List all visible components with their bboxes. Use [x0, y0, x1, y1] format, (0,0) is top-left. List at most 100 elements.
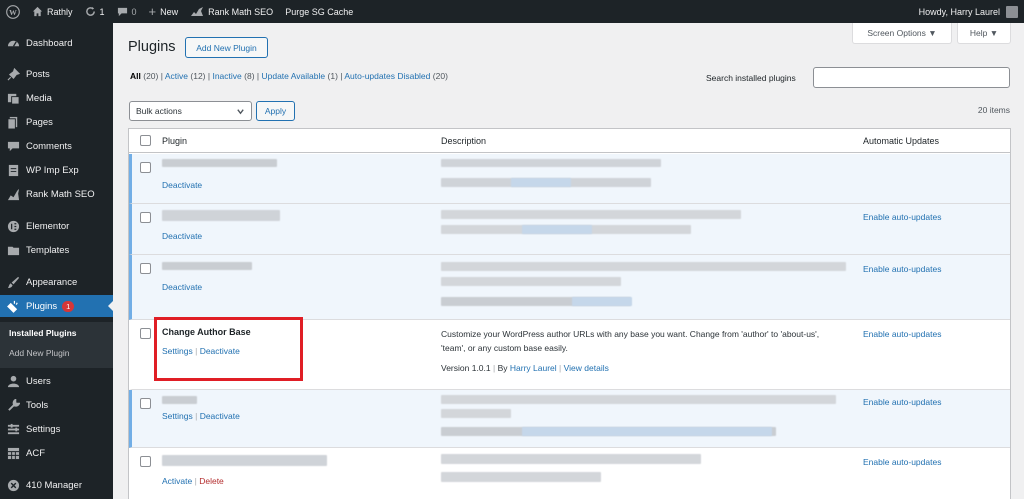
apply-button[interactable]: Apply [256, 101, 295, 121]
redacted-description [441, 395, 836, 404]
filter-inactive[interactable]: Inactive (8) [212, 71, 254, 81]
delete-link[interactable]: Delete [199, 476, 224, 486]
enable-auto-updates-link[interactable]: Enable auto-updates [863, 264, 941, 274]
enable-auto-updates-link[interactable]: Enable auto-updates [863, 212, 941, 222]
table-row: Deactivate Enable auto-updates [129, 255, 1010, 320]
filter-all[interactable]: All (20) [130, 71, 158, 81]
row-actions: Settings | Deactivate [162, 411, 240, 421]
deactivate-link[interactable]: Deactivate [162, 282, 202, 292]
redacted-link [522, 225, 592, 234]
sidebar-item-posts[interactable]: Posts [0, 63, 113, 85]
wrench-icon [6, 398, 20, 412]
search-label: Search installed plugins [706, 73, 796, 83]
sidebar-item-label: Settings [26, 423, 61, 435]
column-automatic-updates: Automatic Updates [863, 136, 940, 146]
submenu-installed-plugins[interactable]: Installed Plugins [9, 328, 77, 338]
sidebar-item-elementor[interactable]: Elementor [0, 215, 113, 237]
deactivate-link[interactable]: Deactivate [200, 411, 240, 421]
rankmath-label: Rank Math SEO [208, 6, 274, 17]
filter-update-available[interactable]: Update Available (1) [261, 71, 337, 81]
elementor-icon [6, 219, 20, 233]
sidebar-item-dashboard[interactable]: Dashboard [0, 32, 113, 54]
sidebar-item-media[interactable]: Media [0, 87, 113, 109]
row-checkbox[interactable] [140, 162, 151, 173]
users-icon [6, 374, 20, 388]
admin-bar: W Rathly 1 0 + New Rank Math SEO Purge S… [0, 0, 1024, 23]
status-filters: All (20) | Active (12) | Inactive (8) | … [130, 71, 448, 81]
account-link[interactable]: Howdy, Harry Laurel [919, 0, 1018, 23]
items-count: 20 items [977, 105, 1010, 115]
media-icon [6, 91, 20, 105]
enable-auto-updates-link[interactable]: Enable auto-updates [863, 397, 941, 407]
row-checkbox[interactable] [140, 212, 151, 223]
sidebar-item-label: Appearance [26, 276, 78, 288]
sidebar-item-comments[interactable]: Comments [0, 135, 113, 157]
wordpress-icon: W [6, 4, 20, 19]
sidebar-item-wp-imp-exp[interactable]: WP Imp Exp [0, 159, 113, 181]
row-checkbox[interactable] [140, 328, 151, 339]
redacted-link [572, 297, 632, 306]
screen-options-button[interactable]: Screen Options ▼ [852, 23, 952, 44]
author-link[interactable]: Harry Laurel [510, 363, 557, 373]
row-checkbox[interactable] [140, 263, 151, 274]
sidebar-item-410-manager[interactable]: 410 Manager [0, 474, 113, 496]
sidebar-item-appearance[interactable]: Appearance [0, 271, 113, 293]
activate-link[interactable]: Activate [162, 476, 192, 486]
wordpress-logo-button[interactable]: W [0, 0, 26, 23]
deactivate-link[interactable]: Deactivate [162, 231, 202, 241]
updates-link[interactable]: 1 [79, 0, 111, 23]
sidebar-item-plugins[interactable]: Plugins 1 [0, 295, 113, 317]
new-label: New [160, 6, 179, 17]
sidebar-item-label: Rank Math SEO [26, 188, 95, 200]
table-header: Plugin Description Automatic Updates [129, 129, 1010, 153]
row-checkbox[interactable] [140, 456, 151, 467]
sidebar-item-settings[interactable]: Settings [0, 418, 113, 440]
redacted-plugin-name [162, 210, 280, 221]
chevron-down-icon [237, 109, 244, 115]
redacted-link [522, 427, 772, 436]
pin-icon [6, 67, 20, 81]
submenu-add-new-plugin[interactable]: Add New Plugin [9, 348, 69, 358]
deactivate-link[interactable]: Deactivate [162, 180, 202, 190]
settings-icon [6, 422, 20, 436]
search-input[interactable] [813, 67, 1010, 88]
table-row: Deactivate [129, 154, 1010, 204]
filter-auto-updates-disabled[interactable]: Auto-updates Disabled (20) [344, 71, 448, 81]
view-details-link[interactable]: View details [564, 363, 609, 373]
add-new-plugin-button[interactable]: Add New Plugin [185, 37, 268, 58]
plugin-description: Customize your WordPress author URLs wit… [441, 329, 820, 353]
redacted-plugin-name [162, 455, 327, 466]
page-title: Plugins [128, 39, 176, 55]
sidebar-item-users[interactable]: Users [0, 370, 113, 392]
purge-cache-link[interactable]: Purge SG Cache [279, 0, 359, 23]
select-all-checkbox[interactable] [140, 135, 151, 146]
help-button[interactable]: Help ▼ [957, 23, 1011, 44]
filter-active[interactable]: Active (12) [165, 71, 206, 81]
column-description: Description [441, 136, 487, 146]
row-checkbox[interactable] [140, 398, 151, 409]
sidebar-item-rank-math[interactable]: Rank Math SEO [0, 183, 113, 205]
redacted-description [441, 409, 511, 418]
comments-link[interactable]: 0 [111, 0, 143, 23]
enable-auto-updates-link[interactable]: Enable auto-updates [863, 329, 941, 339]
howdy-text: Howdy, Harry Laurel [918, 6, 1000, 17]
site-name: Rathly [47, 6, 73, 17]
settings-link[interactable]: Settings [162, 411, 193, 421]
bulk-actions-select[interactable]: Bulk actions [129, 101, 252, 121]
grid-icon [6, 446, 20, 460]
comment-icon [117, 7, 127, 17]
sidebar-item-acf[interactable]: ACF [0, 442, 113, 464]
sidebar-item-label: Posts [26, 68, 50, 80]
new-content-link[interactable]: + New [143, 0, 185, 23]
site-name-link[interactable]: Rathly [26, 0, 79, 23]
sidebar-item-tools[interactable]: Tools [0, 394, 113, 416]
rankmath-link[interactable]: Rank Math SEO [184, 0, 279, 23]
plugin-update-badge: 1 [62, 300, 75, 312]
sidebar-item-label: Plugins [26, 300, 58, 312]
pages-icon [6, 115, 20, 129]
sidebar-item-pages[interactable]: Pages [0, 111, 113, 133]
sidebar-item-label: Templates [26, 244, 70, 256]
chart-icon [6, 187, 20, 201]
enable-auto-updates-link[interactable]: Enable auto-updates [863, 457, 941, 467]
sidebar-item-templates[interactable]: Templates [0, 239, 113, 261]
